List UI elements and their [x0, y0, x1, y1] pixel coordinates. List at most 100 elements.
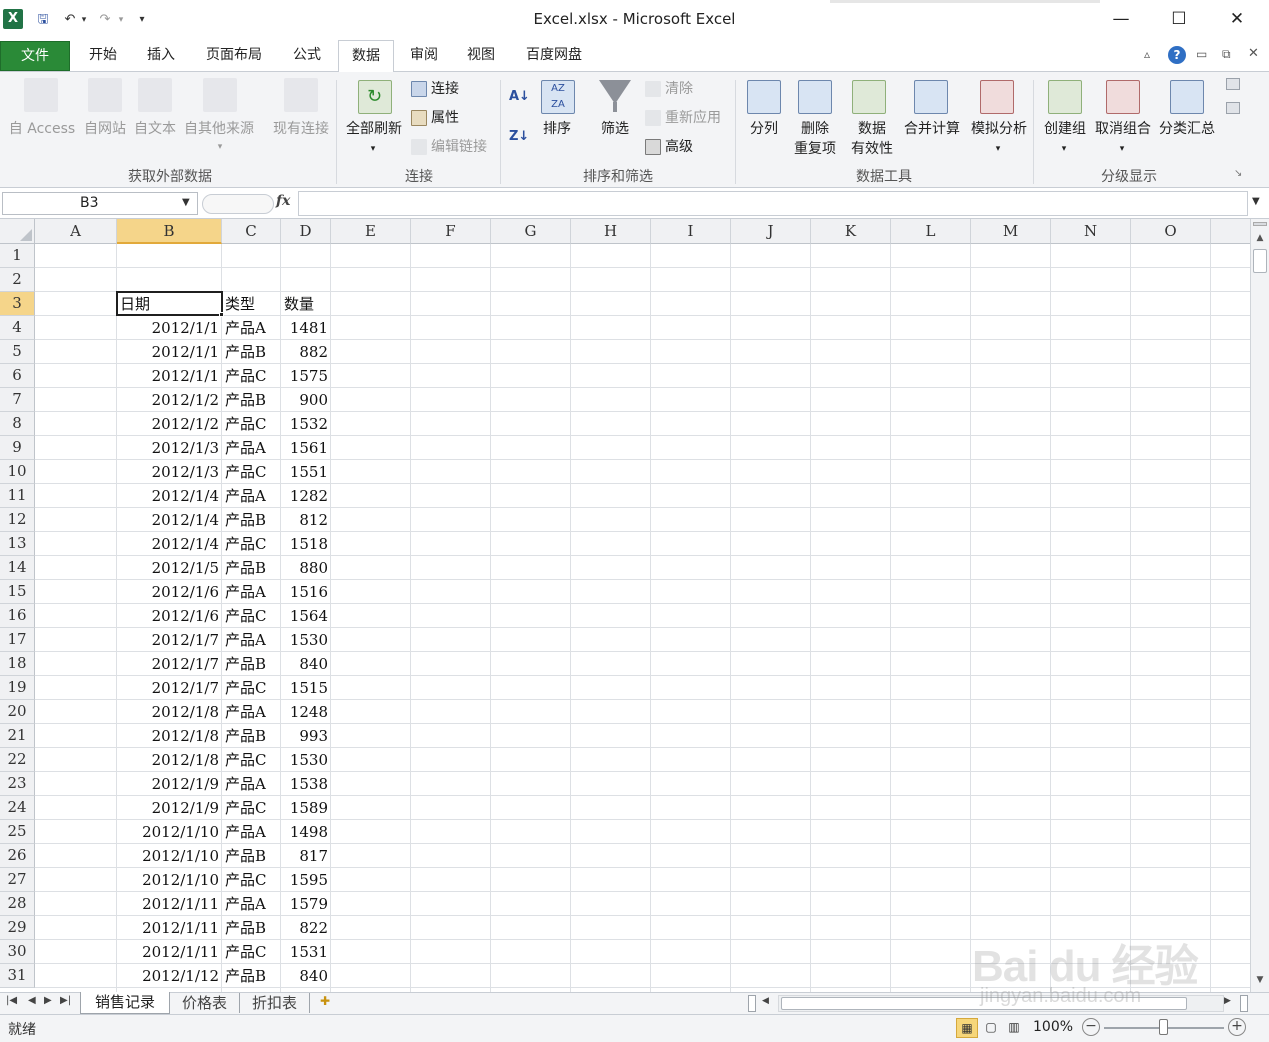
cell-type[interactable]: 产品C	[225, 870, 278, 890]
cell-type[interactable]: 产品C	[225, 750, 278, 770]
refresh-all-dropdown-icon[interactable]: ▾	[365, 140, 381, 158]
row-header[interactable]: 16	[0, 604, 35, 628]
row-header[interactable]: 21	[0, 724, 35, 748]
what-if-analysis-button[interactable]: 模拟分析	[966, 120, 1032, 138]
row-header[interactable]: 14	[0, 556, 35, 580]
row-header[interactable]: 2	[0, 268, 35, 292]
cell-date[interactable]: 2012/1/7	[120, 678, 219, 698]
cell-type[interactable]: 产品C	[225, 942, 278, 962]
row-header[interactable]: 5	[0, 340, 35, 364]
cell-qty[interactable]: 1515	[284, 678, 328, 698]
cell-date[interactable]: 2012/1/4	[120, 486, 219, 506]
row-header[interactable]: 28	[0, 892, 35, 916]
remove-duplicates-button[interactable]: 删除 重复项	[788, 120, 842, 158]
cell-date[interactable]: 2012/1/1	[120, 318, 219, 338]
cell-type[interactable]: 产品C	[225, 414, 278, 434]
cell-qty[interactable]: 1532	[284, 414, 328, 434]
formula-bar-splitter[interactable]	[202, 194, 274, 214]
cell-qty[interactable]: 1595	[284, 870, 328, 890]
cell-date[interactable]: 2012/1/7	[120, 654, 219, 674]
cell-qty[interactable]: 840	[284, 654, 328, 674]
scroll-thumb[interactable]	[1253, 249, 1267, 273]
tab-insert[interactable]: 插入	[135, 40, 187, 72]
cell-date[interactable]: 2012/1/10	[120, 870, 219, 890]
cell-type[interactable]: 产品A	[225, 894, 278, 914]
cell-qty[interactable]: 1481	[284, 318, 328, 338]
hide-detail-icon[interactable]	[1226, 102, 1240, 114]
text-to-columns-button[interactable]: 分列	[740, 120, 788, 138]
edit-links-button[interactable]: 编辑链接	[411, 138, 487, 156]
cell-date[interactable]: 2012/1/10	[120, 822, 219, 842]
scroll-up-icon[interactable]: ▲	[1253, 233, 1267, 243]
cell-qty[interactable]: 1589	[284, 798, 328, 818]
column-header-d[interactable]: D	[281, 219, 331, 244]
cell-type[interactable]: 产品B	[225, 654, 278, 674]
row-header[interactable]: 4	[0, 316, 35, 340]
cell-qty[interactable]: 1575	[284, 366, 328, 386]
cell-type[interactable]: 产品A	[225, 702, 278, 722]
cell-type[interactable]: 产品C	[225, 534, 278, 554]
cell-date[interactable]: 2012/1/8	[120, 750, 219, 770]
close-button[interactable]: ✕	[1214, 6, 1260, 32]
from-web-button[interactable]: 自网站	[80, 120, 130, 138]
column-header-c[interactable]: C	[222, 219, 281, 244]
scroll-left-icon[interactable]: ◀	[762, 996, 769, 1006]
normal-view-icon[interactable]: ▦	[956, 1018, 978, 1038]
maximize-button[interactable]: ☐	[1156, 6, 1202, 32]
cell-date[interactable]: 2012/1/6	[120, 606, 219, 626]
row-header[interactable]: 9	[0, 436, 35, 460]
formula-input[interactable]	[298, 191, 1248, 216]
expand-formula-bar-icon[interactable]: ▼	[1252, 196, 1260, 207]
cell-qty[interactable]: 993	[284, 726, 328, 746]
column-header-i[interactable]: I	[651, 219, 731, 244]
row-header[interactable]: 13	[0, 532, 35, 556]
existing-connections-button[interactable]: 现有连接	[266, 120, 336, 138]
row-header[interactable]: 15	[0, 580, 35, 604]
cell-date[interactable]: 2012/1/7	[120, 630, 219, 650]
what-if-dropdown-icon[interactable]: ▾	[990, 140, 1006, 158]
scroll-right-icon[interactable]: ▶	[1224, 996, 1231, 1006]
cell-qty[interactable]: 822	[284, 918, 328, 938]
cell-date[interactable]: 2012/1/3	[120, 438, 219, 458]
reapply-button[interactable]: 重新应用	[645, 109, 721, 127]
cell-qty[interactable]: 882	[284, 342, 328, 362]
cell-qty[interactable]: 1530	[284, 750, 328, 770]
help-icon[interactable]: ?	[1168, 46, 1186, 64]
show-detail-icon[interactable]	[1226, 78, 1240, 90]
row-header[interactable]: 27	[0, 868, 35, 892]
name-box-dropdown-icon[interactable]: ▼	[182, 197, 190, 208]
cell-date[interactable]: 2012/1/12	[120, 966, 219, 986]
from-text-button[interactable]: 自文本	[130, 120, 180, 138]
column-header-b[interactable]: B	[117, 219, 222, 244]
cell-type[interactable]: 产品C	[225, 606, 278, 626]
cell-date[interactable]: 2012/1/9	[120, 774, 219, 794]
group-button[interactable]: 创建组	[1038, 120, 1092, 138]
header-type[interactable]: 类型	[225, 294, 278, 314]
cell-date[interactable]: 2012/1/3	[120, 462, 219, 482]
cell-type[interactable]: 产品A	[225, 822, 278, 842]
cell-qty[interactable]: 812	[284, 510, 328, 530]
cell-qty[interactable]: 1579	[284, 894, 328, 914]
cell-date[interactable]: 2012/1/11	[120, 918, 219, 938]
advanced-button[interactable]: 高级	[645, 138, 693, 156]
column-header-a[interactable]: A	[35, 219, 117, 244]
row-header[interactable]: 23	[0, 772, 35, 796]
column-header-p[interactable]	[1211, 219, 1250, 244]
next-sheet-icon[interactable]: ▶	[44, 995, 52, 1006]
column-header-n[interactable]: N	[1051, 219, 1131, 244]
cell-qty[interactable]: 1248	[284, 702, 328, 722]
insert-function-icon[interactable]: fx	[276, 193, 296, 209]
fill-handle[interactable]	[219, 312, 224, 317]
cell-date[interactable]: 2012/1/1	[120, 366, 219, 386]
cell-qty[interactable]: 1564	[284, 606, 328, 626]
cell-type[interactable]: 产品A	[225, 438, 278, 458]
tab-review[interactable]: 审阅	[400, 40, 448, 72]
cell-type[interactable]: 产品C	[225, 462, 278, 482]
column-header-o[interactable]: O	[1131, 219, 1211, 244]
tab-view[interactable]: 视图	[456, 40, 506, 72]
tab-home[interactable]: 开始	[78, 40, 128, 72]
row-header[interactable]: 3	[0, 292, 35, 316]
scroll-down-icon[interactable]: ▼	[1253, 975, 1267, 985]
cell-qty[interactable]: 1530	[284, 630, 328, 650]
cell-date[interactable]: 2012/1/11	[120, 942, 219, 962]
